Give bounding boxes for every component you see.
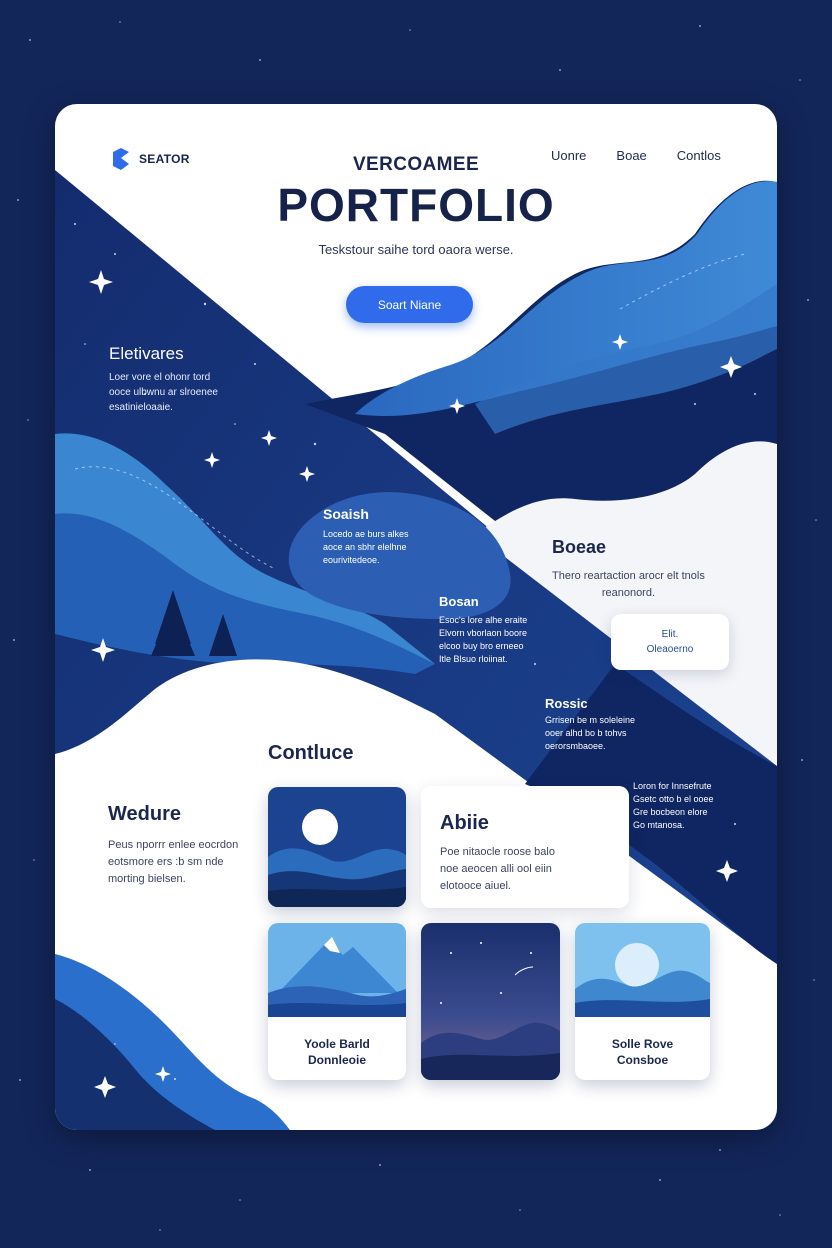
section-rossic-title: Rossic xyxy=(545,696,588,711)
cta-button[interactable]: Soart Niane xyxy=(346,286,473,323)
section-soaish-title: Soaish xyxy=(323,506,369,522)
mountain-icon xyxy=(268,923,406,1017)
portfolio-card: SEATOR Uonre Boae Contlos VERCOAMEE PORT… xyxy=(55,104,777,1130)
moon-icon xyxy=(268,787,406,907)
section-boeae-body: Thero reartaction arocr elt tnols reanon… xyxy=(552,570,705,599)
section-boeae-title: Boeae xyxy=(552,537,607,557)
tile-caption: Solle Rove Consboe xyxy=(611,1037,674,1067)
project-tile[interactable]: Solle Rove Consboe xyxy=(575,923,710,1080)
section-abiie-title: Abiie xyxy=(440,812,489,834)
section-soaish-body: Locedo ae burs alkes aoce an sbhr elelhn… xyxy=(323,529,409,565)
mountain-icon xyxy=(575,923,710,1017)
hero-title: PORTFOLIO xyxy=(277,179,555,231)
section-contluce-title: Contluce xyxy=(268,742,354,764)
night-sky-tile[interactable] xyxy=(421,923,560,1080)
section-wedure-body: Peus nporrr enlee eocrdon eotsmore ers :… xyxy=(108,839,239,885)
section-bosan-title: Bosan xyxy=(439,594,479,609)
project-tile[interactable]: Yoole Barld Donnleoie xyxy=(268,923,406,1080)
section-bosan-body: Esoc's lore alhe eraite Elvorn vborlaon … xyxy=(439,615,528,664)
hero-eyebrow: VERCOAMEE xyxy=(352,154,480,175)
section-eletivares-title: Eletivares xyxy=(109,344,184,363)
info-pill-card[interactable]: Elit. Oleaoerno xyxy=(611,614,729,670)
side-note: Loron for Innsefrute Gsetc otto b el ooe… xyxy=(633,781,714,830)
section-eletivares-body: Loer vore el ohonr tord ooce ulbwnu ar s… xyxy=(109,372,218,413)
about-card[interactable]: Abiie Poe nitaocle roose balo noe aeocen… xyxy=(421,786,629,908)
mountain-icon xyxy=(421,923,560,1080)
section-abiie-body: Poe nitaocle roose balo noe aeocen alli … xyxy=(440,846,555,892)
moon-landscape-thumbnail[interactable] xyxy=(268,787,406,907)
section-wedure-title: Wedure xyxy=(108,803,181,825)
hero-subtitle: Teskstour saihe tord oaora werse. xyxy=(318,242,514,257)
section-rossic-body: Grrisen be m soleleine ooer alhd bo b to… xyxy=(545,715,636,751)
tile-caption: Yoole Barld Donnleoie xyxy=(304,1037,370,1067)
